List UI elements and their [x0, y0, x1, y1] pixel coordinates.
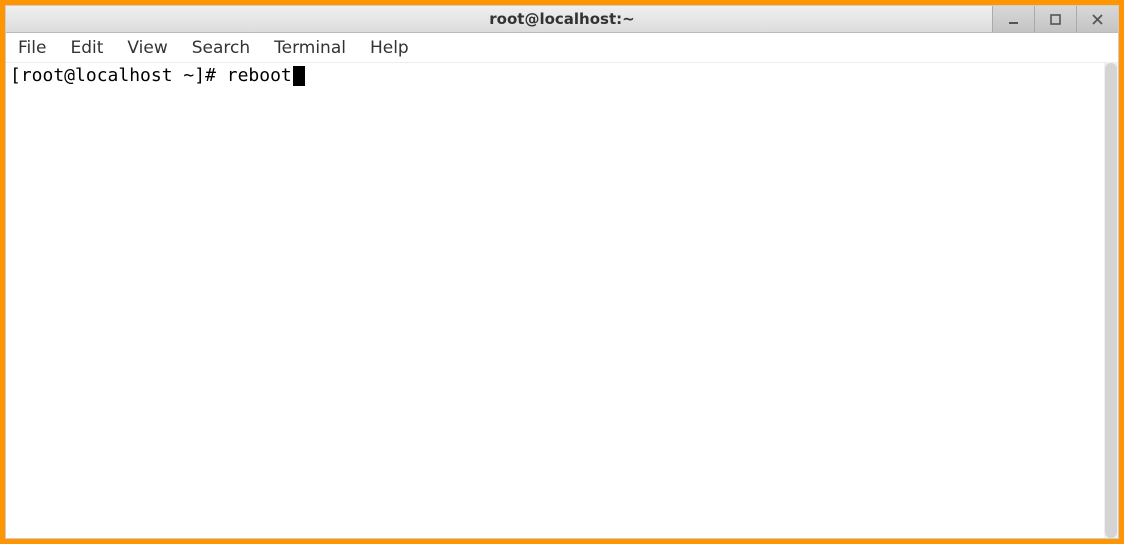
terminal-prompt: [root@localhost ~]#: [10, 65, 227, 87]
close-button[interactable]: [1076, 6, 1118, 32]
maximize-icon: [1050, 10, 1061, 29]
terminal-area[interactable]: [root@localhost ~]# reboot: [6, 63, 1118, 538]
minimize-icon: [1008, 10, 1019, 29]
menu-search[interactable]: Search: [192, 38, 250, 58]
minimize-button[interactable]: [992, 6, 1034, 32]
window-controls: [992, 6, 1118, 32]
menu-help[interactable]: Help: [370, 38, 409, 58]
menubar: File Edit View Search Terminal Help: [6, 33, 1118, 63]
maximize-button[interactable]: [1034, 6, 1076, 32]
scrollbar-track[interactable]: [1104, 63, 1118, 538]
menu-file[interactable]: File: [18, 38, 46, 58]
scrollbar-thumb[interactable]: [1105, 63, 1117, 538]
terminal-line: [root@localhost ~]# reboot: [10, 65, 1114, 87]
window-title: root@localhost:~: [489, 10, 634, 28]
menu-view[interactable]: View: [127, 38, 167, 58]
terminal-window: root@localhost:~ File Edit View Search: [5, 5, 1119, 539]
menu-edit[interactable]: Edit: [70, 38, 103, 58]
cursor-block: [293, 66, 305, 86]
titlebar: root@localhost:~: [6, 6, 1118, 33]
menu-terminal[interactable]: Terminal: [274, 38, 346, 58]
close-icon: [1092, 10, 1103, 29]
terminal-command: reboot: [227, 65, 292, 87]
